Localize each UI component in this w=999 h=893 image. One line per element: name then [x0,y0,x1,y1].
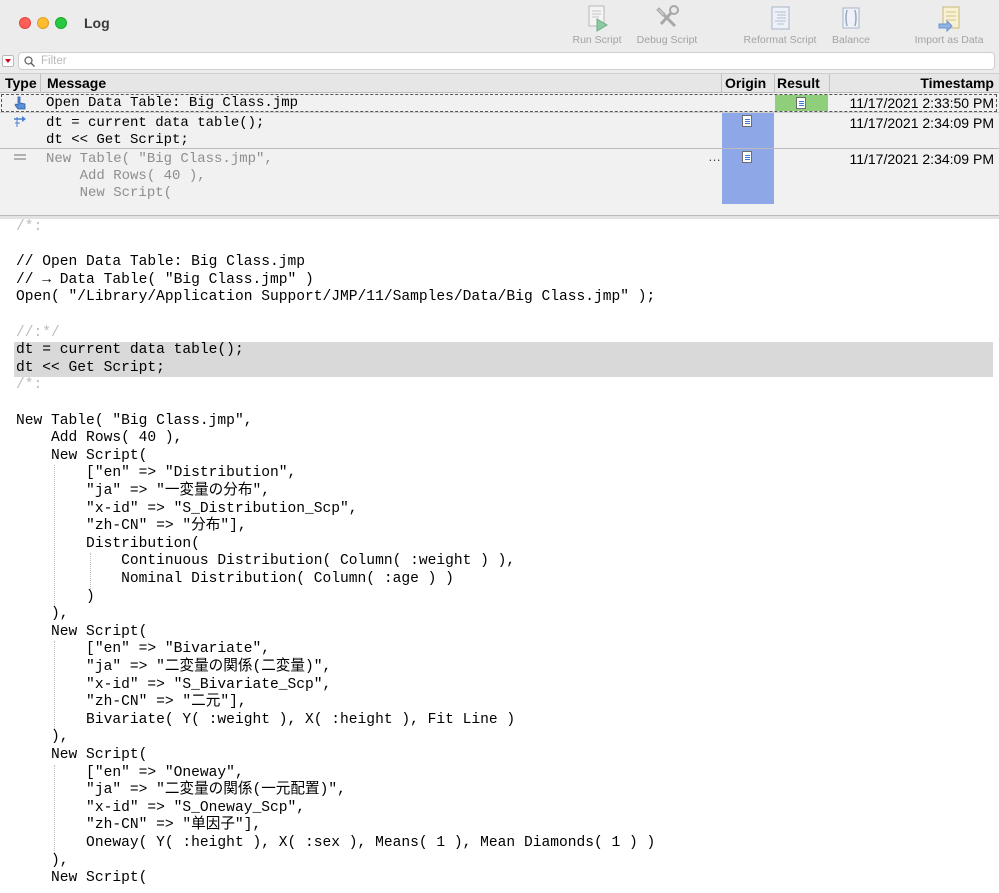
editor-line: "x-id" => "S_Bivariate_Scp", [16,676,332,693]
row-message-line: New Script( [46,185,173,201]
script-run-icon [14,116,26,127]
editor-line: ["en" => "Distribution", [16,465,297,482]
log-row[interactable]: dt = current data table(); dt << Get Scr… [0,112,999,149]
editor-line: "zh-CN" => "二元"], [16,694,247,711]
log-table-header: Type Message Origin Result Timestamp [0,74,999,93]
import-as-data-icon [938,6,960,32]
editor-line: Add Rows( 40 ), [16,430,183,447]
editor-line: "x-id" => "S_Oneway_Scp", [16,799,306,816]
editor-line: "zh-CN" => "分布"], [16,518,247,535]
row-message-line: dt = current data table(); [46,115,265,131]
editor-line: "zh-CN" => "单因子"], [16,817,262,834]
column-header-message[interactable]: Message [47,75,106,91]
column-header-result[interactable]: Result [777,75,820,91]
filter-options-toggle[interactable] [2,55,14,67]
editor-line: ), [16,852,69,869]
editor-line: New Script( [16,747,148,763]
zoom-window-button[interactable] [55,17,67,29]
truncation-ellipsis: … [708,149,721,164]
debug-script-icon [656,5,679,28]
editor-line: "ja" => "一変量の分布", [16,483,270,499]
column-header-origin[interactable]: Origin [725,75,766,91]
row-timestamp: 11/17/2021 2:34:09 PM [849,151,994,167]
import-as-data-button[interactable]: Import as Data [912,4,986,46]
run-script-icon [588,5,608,32]
run-script-button[interactable]: Run Script [571,4,623,46]
balance-button[interactable]: Balance [831,4,871,46]
editor-line: "ja" => "二変量の関係(一元配置)", [16,782,346,799]
script-doc-icon [742,151,752,163]
balance-label: Balance [832,34,870,46]
column-header-type[interactable]: Type [5,75,37,91]
editor-line: Open( "/Library/Application Support/JMP/… [16,289,656,306]
log-table: Type Message Origin Result Timestamp Ope… [0,73,999,216]
debug-script-label: Debug Script [636,34,698,46]
editor-line: //:*/ [16,324,60,341]
editor-line: dt << Get Script; [16,359,165,376]
editor-line: dt = current data table(); [16,342,244,359]
editor-line: "ja" => "二変量の関係(二変量)", [16,659,332,675]
editor-line: Oneway( Y( :height ), X( :sex ), Means( … [16,835,656,851]
origin-cell[interactable] [722,113,774,149]
minimize-window-button[interactable] [37,17,49,29]
filter-box[interactable] [18,52,995,70]
editor-line: ["en" => "Bivariate", [16,641,270,658]
script-editor[interactable]: /*: // Open Data Table: Big Class.jmp// →… [0,219,999,893]
balance-icon [842,7,860,29]
editor-line: ["en" => "Oneway", [16,764,244,781]
search-icon [24,56,35,67]
editor-line: Distribution( [16,535,200,552]
editor-line: "x-id" => "S_Distribution_Scp", [16,500,358,517]
row-message-line: dt << Get Script; [46,132,189,148]
editor-line: ), [16,606,69,623]
editor-line: Bivariate( Y( :weight ), X( :height ), F… [16,711,516,728]
origin-cell[interactable] [722,149,774,204]
editor-line: Continuous Distribution( Column( :weight… [16,553,516,570]
editor-line: New Script( [16,623,148,640]
import-as-data-label: Import as Data [914,34,984,46]
reformat-script-icon [771,6,790,30]
column-header-timestamp[interactable]: Timestamp [920,75,994,91]
row-message-line: Add Rows( 40 ), [46,168,206,184]
log-row[interactable]: New Table( "Big Class.jmp", Add Rows( 40… [0,148,999,204]
editor-line: New Table( "Big Class.jmp", [16,412,253,429]
editor-line: Nominal Distribution( Column( :age ) ) [16,571,454,587]
window-title: Log [84,15,110,31]
editor-line: // → Data Table( "Big Class.jmp" ) [16,271,314,288]
editor-line: // Open Data Table: Big Class.jmp [16,254,306,271]
close-window-button[interactable] [19,17,31,29]
editor-line: /*: [16,219,43,235]
selection-outline [1,94,997,112]
run-script-label: Run Script [572,34,622,46]
reformat-script-label: Reformat Script [743,34,817,46]
log-row[interactable]: Open Data Table: Big Class.jmp 11/17/202… [0,94,999,112]
editor-line: /*: [16,377,43,394]
editor-line: New Script( [16,870,148,887]
script-doc-icon [742,115,752,127]
debug-script-button[interactable]: Debug Script [634,4,700,46]
reformat-script-button[interactable]: Reformat Script [741,4,819,46]
row-message-line: New Table( "Big Class.jmp", [46,151,273,167]
row-timestamp: 11/17/2021 2:34:09 PM [849,115,994,131]
editor-line: ) [16,588,95,605]
editor-line: New Script( [16,447,148,464]
output-lines-icon [14,154,26,160]
editor-line: ), [16,729,69,746]
filter-bar [0,50,999,72]
filter-input[interactable] [41,53,981,69]
title-bar: Log Run Script Debug Script Reformat Scr… [0,0,999,50]
